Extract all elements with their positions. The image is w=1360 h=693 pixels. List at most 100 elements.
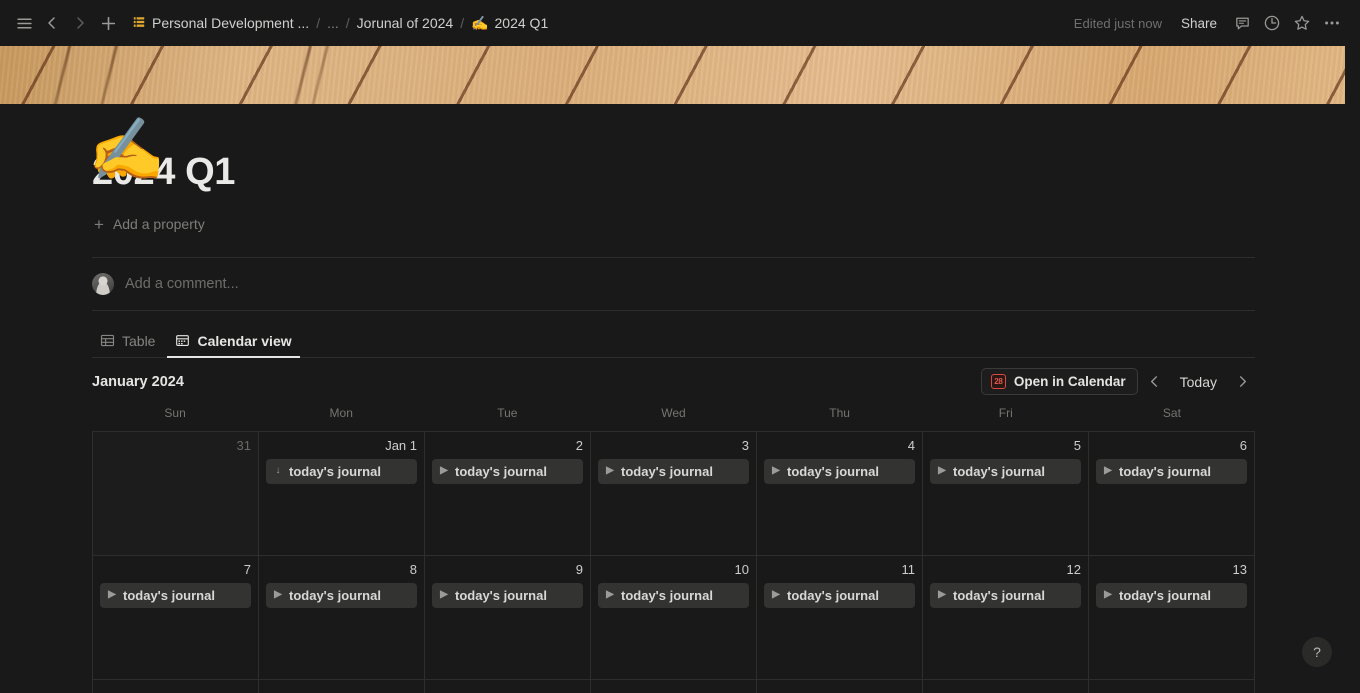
calendar-day-cell[interactable]: 6 ▶ today's journal (1089, 431, 1255, 556)
calendar-day-number: 31 (236, 437, 251, 453)
tab-table[interactable]: Table (92, 333, 163, 358)
day-header-wed: Wed (661, 405, 686, 420)
breadcrumb-item-personal-development[interactable]: Personal Development ... (126, 12, 315, 35)
database-icon (132, 15, 146, 32)
page-cover-image[interactable] (0, 46, 1345, 104)
edited-status-label[interactable]: Edited just now (1066, 12, 1170, 35)
calendar-event-chip[interactable]: ▶ today's journal (764, 458, 915, 484)
hamburger-menu-icon[interactable] (10, 9, 38, 37)
add-property-button[interactable]: + Add a property (92, 212, 211, 237)
add-property-label: Add a property (112, 216, 205, 233)
share-button[interactable]: Share (1172, 11, 1226, 36)
calendar-event-label: today's journal (1119, 587, 1211, 603)
day-header-mon: Mon (329, 405, 353, 420)
calendar-event-chip[interactable]: ▶ today's journal (432, 458, 583, 484)
breadcrumb: Personal Development ... / ... / Jorunal… (126, 12, 554, 35)
right-scroll-gutter[interactable] (1345, 46, 1360, 693)
breadcrumb-label: Personal Development ... (152, 15, 310, 31)
calendar-day-cell[interactable] (923, 679, 1089, 693)
calendar-day-cell[interactable]: 11 ▶ today's journal (757, 555, 923, 680)
calendar-grid: 31 Jan 1 ↓ today's journal 2 ▶ today's journal… (92, 430, 1255, 693)
calendar-prev-month-chevron-left-icon[interactable] (1142, 369, 1168, 395)
play-triangle-icon: ▶ (440, 465, 448, 477)
breadcrumb-separator: / (345, 15, 350, 31)
calendar-event-chip[interactable]: ▶ today's journal (598, 582, 749, 608)
calendar-day-number: 9 (575, 561, 583, 577)
calendar-icon (175, 333, 190, 348)
calendar-event-chip[interactable]: ▶ today's journal (1096, 458, 1247, 484)
breadcrumb-label: Jorunal of 2024 (356, 15, 454, 31)
comment-icon[interactable] (1228, 9, 1256, 37)
calendar-day-headers: Sun Mon Tue Wed Thu Fri Sat (92, 406, 1255, 431)
calendar-event-chip[interactable]: ▶ today's journal (764, 582, 915, 608)
calendar-day-cell[interactable]: 10 ▶ today's journal (591, 555, 757, 680)
calendar-28-icon: 28 (990, 374, 1006, 390)
forward-navigation-chevron-right-icon[interactable] (66, 9, 94, 37)
play-triangle-icon: ▶ (108, 589, 116, 601)
calendar-day-cell[interactable]: 4 ▶ today's journal (757, 431, 923, 556)
calendar-day-cell[interactable]: 5 ▶ today's journal (923, 431, 1089, 556)
day-header-fri: Fri (998, 405, 1013, 420)
writing-hand-emoji-icon: ✍️ (471, 15, 489, 31)
calendar-event-chip[interactable]: ▶ today's journal (930, 582, 1081, 608)
calendar-week-row (93, 679, 1255, 693)
back-navigation-chevron-left-icon[interactable] (38, 9, 66, 37)
calendar-controls: 28 Open in Calendar Today (980, 368, 1255, 396)
more-options-horizontal-icon[interactable] (1318, 9, 1346, 37)
calendar-today-button[interactable]: Today (1172, 370, 1225, 394)
play-triangle-icon: ▶ (938, 465, 946, 477)
calendar-day-cell[interactable] (259, 679, 425, 693)
calendar-day-cell[interactable] (93, 679, 259, 693)
calendar-event-label: today's journal (787, 463, 879, 479)
play-triangle-icon: ▶ (772, 465, 780, 477)
day-header-tue: Tue (497, 405, 518, 420)
calendar-day-cell[interactable]: 7 ▶ today's journal (93, 555, 259, 680)
open-in-calendar-button[interactable]: 28 Open in Calendar (980, 368, 1138, 396)
tab-label: Table (122, 332, 156, 349)
calendar-day-cell[interactable]: 9 ▶ today's journal (425, 555, 591, 680)
favorite-star-icon[interactable] (1288, 9, 1316, 37)
calendar-day-number: 8 (409, 561, 417, 577)
calendar-day-cell[interactable]: 3 ▶ today's journal (591, 431, 757, 556)
calendar-day-cell[interactable]: 13 ▶ today's journal (1089, 555, 1255, 680)
calendar-day-cell[interactable]: Jan 1 ↓ today's journal (259, 431, 425, 556)
calendar-day-cell[interactable] (425, 679, 591, 693)
plus-icon: + (94, 214, 104, 234)
calendar-day-number: 11 (901, 561, 916, 577)
calendar-event-label: today's journal (953, 587, 1045, 603)
calendar-day-number: 2 (575, 437, 583, 453)
breadcrumb-item-2024-q1[interactable]: ✍️ 2024 Q1 (465, 12, 554, 34)
calendar-event-chip[interactable]: ↓ today's journal (266, 458, 417, 484)
calendar-day-cell[interactable]: 31 (93, 431, 259, 556)
calendar-event-chip[interactable]: ▶ today's journal (930, 458, 1081, 484)
breadcrumb-item-ellipsis[interactable]: ... (321, 12, 345, 34)
help-button[interactable]: ? (1302, 637, 1332, 667)
play-triangle-icon: ▶ (772, 589, 780, 601)
day-header-sun: Sun (164, 405, 186, 420)
calendar-day-cell[interactable]: 8 ▶ today's journal (259, 555, 425, 680)
calendar-day-cell[interactable] (757, 679, 923, 693)
play-triangle-icon: ▶ (606, 589, 614, 601)
breadcrumb-item-jorunal-of-2024[interactable]: Jorunal of 2024 (351, 12, 460, 34)
calendar-event-chip[interactable]: ▶ today's journal (1096, 582, 1247, 608)
calendar-day-cell[interactable] (591, 679, 757, 693)
comment-input-placeholder[interactable]: Add a comment... (125, 276, 239, 292)
calendar-event-chip[interactable]: ▶ today's journal (432, 582, 583, 608)
calendar-event-chip[interactable]: ▶ today's journal (100, 582, 251, 608)
calendar-day-cell[interactable]: 12 ▶ today's journal (923, 555, 1089, 680)
calendar-event-chip[interactable]: ▶ today's journal (266, 582, 417, 608)
calendar-week-row: 7 ▶ today's journal 8 ▶ today's journal 9 ▶ toda… (93, 555, 1255, 680)
calendar-day-cell[interactable] (1089, 679, 1255, 693)
clock-history-icon[interactable] (1258, 9, 1286, 37)
calendar-event-label: today's journal (289, 463, 381, 479)
calendar-event-chip[interactable]: ▶ today's journal (598, 458, 749, 484)
page-title[interactable]: 2024 Q1 (92, 151, 1255, 194)
new-page-plus-icon[interactable] (94, 9, 122, 37)
add-comment-row[interactable]: Add a comment... (92, 258, 1255, 310)
calendar-next-month-chevron-right-icon[interactable] (1229, 369, 1255, 395)
tab-calendar-view[interactable]: Calendar view (167, 333, 300, 358)
calendar-day-number: 10 (734, 561, 749, 577)
page-icon-writing-hand-emoji[interactable]: ✍️ (88, 120, 165, 182)
day-header-thu: Thu (829, 405, 850, 420)
calendar-day-cell[interactable]: 2 ▶ today's journal (425, 431, 591, 556)
